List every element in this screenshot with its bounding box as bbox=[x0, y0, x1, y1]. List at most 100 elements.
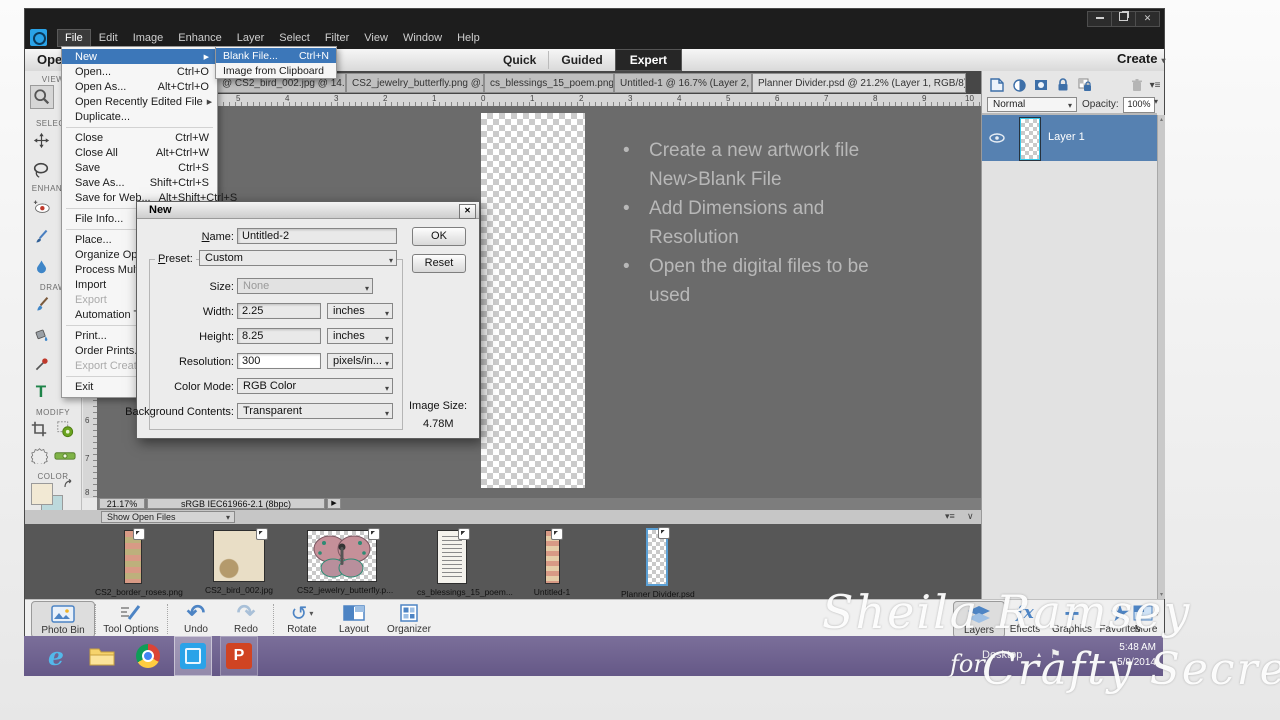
bin-item-planner-divider-selected[interactable]: Planner Divider.psd bbox=[621, 527, 695, 599]
menu-select[interactable]: Select bbox=[272, 30, 317, 46]
menu-item-save-as[interactable]: Save As... Shift+Ctrl+S bbox=[62, 175, 217, 190]
panel-menu-button[interactable]: ▾≡ bbox=[1146, 77, 1164, 93]
visibility-eye-icon[interactable] bbox=[989, 133, 1005, 143]
brush-tool[interactable] bbox=[30, 293, 52, 315]
restore-button[interactable] bbox=[1111, 11, 1136, 27]
lock-transparency-button[interactable] bbox=[1076, 77, 1094, 93]
healing-brush-tool[interactable] bbox=[30, 225, 52, 247]
taskbar-explorer-icon[interactable] bbox=[88, 642, 116, 670]
size-dropdown[interactable]: None ▾ bbox=[237, 278, 373, 294]
menu-enhance[interactable]: Enhance bbox=[171, 30, 228, 46]
new-layer-button[interactable] bbox=[988, 77, 1006, 93]
opacity-value[interactable]: 100% bbox=[1123, 97, 1155, 113]
menu-item-open[interactable]: Open... Ctrl+O bbox=[62, 64, 217, 79]
straighten-tool[interactable] bbox=[54, 444, 76, 466]
bin-item-poem[interactable]: cs_blessings_15_poem... bbox=[417, 528, 513, 597]
zoom-level[interactable]: 21.17% bbox=[99, 498, 145, 509]
recompose-tool[interactable] bbox=[54, 418, 76, 440]
height-unit-dropdown[interactable]: inches ▾ bbox=[327, 328, 393, 344]
swap-colors-icon[interactable] bbox=[63, 479, 75, 491]
crop-tool[interactable] bbox=[28, 418, 50, 440]
foreground-color-swatch[interactable] bbox=[31, 483, 53, 505]
delete-layer-button[interactable] bbox=[1128, 77, 1146, 93]
zoom-tool[interactable] bbox=[30, 85, 54, 109]
width-unit-dropdown[interactable]: inches ▾ bbox=[327, 303, 393, 319]
bin-item-bird[interactable]: CS2_bird_002.jpg bbox=[197, 528, 281, 595]
taskbar-pse-icon[interactable] bbox=[179, 642, 207, 670]
taskbar-powerpoint-icon[interactable]: P bbox=[225, 642, 253, 670]
tab-guided[interactable]: Guided bbox=[548, 51, 614, 69]
menu-item-close[interactable]: Close Ctrl+W bbox=[62, 130, 217, 145]
dialog-close-button[interactable]: ✕ bbox=[459, 204, 476, 219]
submenu-item-blank-file[interactable]: Blank File... Ctrl+N bbox=[216, 48, 336, 63]
dialog-title[interactable]: New bbox=[137, 202, 479, 219]
create-button[interactable]: Create ▾ bbox=[1117, 51, 1165, 66]
show-open-files-dropdown[interactable]: Show Open Files ▾ bbox=[101, 511, 235, 523]
blend-mode-dropdown[interactable]: Normal ▾ bbox=[987, 97, 1077, 112]
photo-bin-button[interactable]: Photo Bin bbox=[31, 601, 95, 638]
doc-tab-planner-divider[interactable]: Planner Divider.psd @ 21.2% (Layer 1, RG… bbox=[752, 73, 966, 93]
tool-options-button[interactable]: Tool Options bbox=[99, 602, 163, 635]
bin-item-butterfly[interactable]: CS2_jewelry_butterfly.p... bbox=[297, 528, 393, 595]
width-input[interactable]: 2.25 bbox=[237, 303, 321, 319]
menu-item-save[interactable]: Save Ctrl+S bbox=[62, 160, 217, 175]
panel-scrollbar[interactable]: ▴ ▾ bbox=[1157, 115, 1165, 599]
status-arrow-icon[interactable]: ▶ bbox=[327, 498, 341, 509]
menu-edit[interactable]: Edit bbox=[92, 30, 125, 46]
submenu-item-image-from-clipboard[interactable]: Image from Clipboard bbox=[216, 63, 336, 78]
resolution-unit-dropdown[interactable]: pixels/in... ▾ bbox=[327, 353, 393, 369]
paint-bucket-tool[interactable] bbox=[30, 323, 52, 345]
doc-tab-untitled1[interactable]: Untitled-1 @ 16.7% (Layer 2, ...× bbox=[614, 73, 752, 93]
scroll-up-icon[interactable]: ▴ bbox=[1158, 116, 1165, 123]
red-eye-tool[interactable] bbox=[30, 195, 52, 217]
height-input[interactable]: 8.25 bbox=[237, 328, 321, 344]
chevron-down-icon[interactable]: ▾ bbox=[1154, 97, 1158, 106]
doc-tab-butterfly[interactable]: CS2_jewelry_butterfly.png @...× bbox=[346, 73, 484, 93]
menu-file[interactable]: File bbox=[57, 29, 91, 47]
layer-mask-button[interactable] bbox=[1032, 77, 1050, 93]
name-input[interactable]: Untitled-2 bbox=[237, 228, 397, 244]
menu-view[interactable]: View bbox=[357, 30, 395, 46]
cookie-cutter-tool[interactable] bbox=[28, 444, 50, 466]
color-mode-dropdown[interactable]: RGB Color ▾ bbox=[237, 378, 393, 394]
blur-tool[interactable] bbox=[30, 255, 52, 277]
bin-menu-icon[interactable]: ▾≡ bbox=[945, 511, 955, 522]
ok-button[interactable]: OK bbox=[412, 227, 466, 246]
menu-window[interactable]: Window bbox=[396, 30, 449, 46]
taskbar-chrome-icon[interactable] bbox=[134, 642, 162, 670]
preset-dropdown[interactable]: Custom ▾ bbox=[199, 250, 397, 266]
type-tool[interactable]: T bbox=[30, 381, 52, 403]
document-transparent-canvas[interactable] bbox=[481, 113, 585, 488]
color-profile[interactable]: sRGB IEC61966-2.1 (8bpc) bbox=[147, 498, 325, 509]
rotate-button[interactable]: ↺ ▾ Rotate bbox=[277, 602, 327, 636]
organizer-button[interactable]: Organizer bbox=[381, 602, 437, 635]
lasso-tool[interactable] bbox=[30, 159, 52, 181]
layout-button[interactable]: Layout bbox=[331, 602, 377, 635]
menu-item-duplicate[interactable]: Duplicate... bbox=[62, 109, 217, 124]
menu-item-new[interactable]: New ▶ bbox=[62, 49, 217, 64]
taskbar-ie-icon[interactable]: e bbox=[42, 642, 70, 671]
tab-quick[interactable]: Quick bbox=[491, 51, 548, 69]
undo-button[interactable]: ↶ Undo bbox=[173, 600, 219, 635]
eyedropper-tool[interactable] bbox=[30, 353, 52, 375]
bin-collapse-icon[interactable]: ∨ bbox=[967, 511, 974, 522]
layer-thumbnail[interactable] bbox=[1019, 117, 1041, 161]
background-contents-dropdown[interactable]: Transparent ▾ bbox=[237, 403, 393, 419]
menu-layer[interactable]: Layer bbox=[230, 30, 272, 46]
reset-button[interactable]: Reset bbox=[412, 254, 466, 273]
resolution-input[interactable]: 300 bbox=[237, 353, 321, 369]
menu-item-open-as[interactable]: Open As... Alt+Ctrl+O bbox=[62, 79, 217, 94]
close-button[interactable]: ✕ bbox=[1135, 11, 1160, 27]
lock-all-button[interactable] bbox=[1054, 77, 1072, 93]
tab-expert[interactable]: Expert bbox=[614, 49, 683, 71]
layer-name[interactable]: Layer 1 bbox=[1048, 131, 1085, 143]
menu-filter[interactable]: Filter bbox=[318, 30, 356, 46]
doc-tab-poem[interactable]: cs_blessings_15_poem.png ...× bbox=[484, 73, 614, 93]
bin-item-untitled1[interactable]: Untitled-1 bbox=[522, 528, 582, 597]
redo-button[interactable]: ↷ Redo bbox=[223, 600, 269, 635]
adjustment-layer-button[interactable] bbox=[1010, 77, 1028, 93]
layer-row-layer1[interactable]: Layer 1 bbox=[982, 115, 1157, 161]
menu-image[interactable]: Image bbox=[126, 30, 171, 46]
menu-item-open-recent[interactable]: Open Recently Edited File ▶ bbox=[62, 94, 217, 109]
minimize-button[interactable] bbox=[1087, 11, 1112, 27]
